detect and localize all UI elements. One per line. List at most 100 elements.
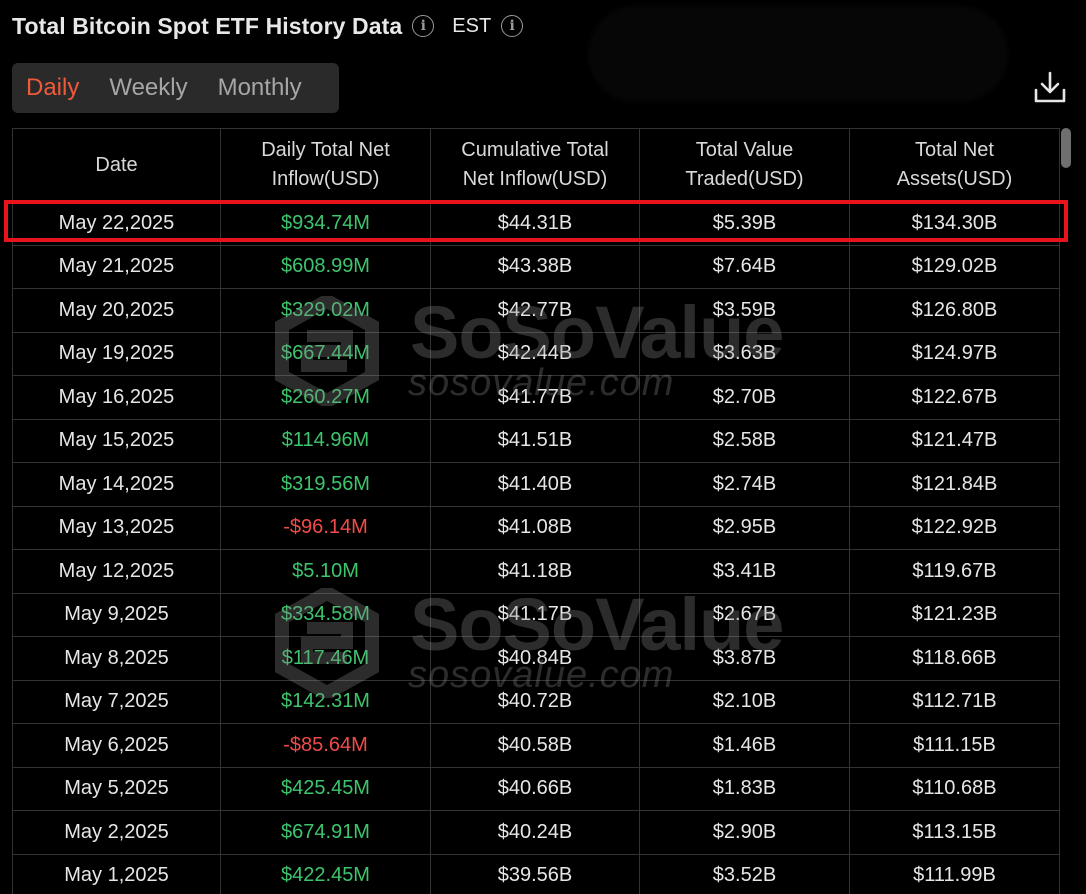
cell-value-traded: $2.95B — [639, 506, 850, 550]
cell-value-traded: $2.10B — [639, 680, 850, 724]
cell-net-assets: $126.80B — [849, 288, 1060, 333]
cell-cumulative-inflow: $41.17B — [430, 593, 640, 637]
cell-date: May 21,2025 — [12, 245, 221, 289]
download-button[interactable] — [1032, 70, 1068, 106]
cell-date: May 13,2025 — [12, 506, 221, 550]
table-row[interactable]: May 5,2025 $425.45M $40.66B $1.83B $110.68B — [12, 767, 1060, 811]
cell-daily-inflow: $5.10M — [220, 549, 431, 594]
timezone-info-icon[interactable]: i — [501, 15, 524, 37]
cell-net-assets: $134.30B — [849, 201, 1060, 246]
cell-daily-inflow: $608.99M — [220, 245, 431, 289]
table-row[interactable]: May 12,2025 $5.10M $41.18B $3.41B $119.67B — [12, 549, 1060, 594]
download-icon — [1034, 71, 1066, 103]
history-table: Date Daily Total Net Inflow(USD) Cumulat… — [12, 128, 1060, 894]
cell-date: May 15,2025 — [12, 419, 221, 463]
cell-value-traded: $5.39B — [639, 201, 850, 246]
cell-cumulative-inflow: $40.58B — [430, 723, 640, 768]
cell-daily-inflow: $934.74M — [220, 201, 431, 246]
table-row[interactable]: May 15,2025 $114.96M $41.51B $2.58B $121.47B — [12, 419, 1060, 463]
table-row[interactable]: May 6,2025 -$85.64M $40.58B $1.46B $111.15B — [12, 723, 1060, 768]
cell-date: May 12,2025 — [12, 549, 221, 594]
cell-date: May 2,2025 — [12, 810, 221, 855]
column-header-net-assets[interactable]: Total Net Assets(USD) — [849, 128, 1060, 202]
redacted-area — [588, 6, 1008, 102]
history-table-container: Date Daily Total Net Inflow(USD) Cumulat… — [12, 128, 1060, 894]
cell-cumulative-inflow: $40.24B — [430, 810, 640, 855]
cell-daily-inflow: $114.96M — [220, 419, 431, 463]
table-row[interactable]: May 22,2025 $934.74M $44.31B $5.39B $134.30B — [12, 201, 1060, 246]
cell-net-assets: $122.67B — [849, 375, 1060, 420]
table-row[interactable]: May 16,2025 $260.27M $41.77B $2.70B $122.67B — [12, 375, 1060, 420]
cell-value-traded: $2.58B — [639, 419, 850, 463]
header: Total Bitcoin Spot ETF History Data i ES… — [12, 8, 524, 44]
cell-daily-inflow: $667.44M — [220, 332, 431, 376]
tab-daily[interactable]: Daily — [26, 74, 79, 102]
table-row[interactable]: May 1,2025 $422.45M $39.56B $3.52B $111.99B — [12, 854, 1060, 894]
cell-daily-inflow: $117.46M — [220, 636, 431, 681]
cell-date: May 5,2025 — [12, 767, 221, 811]
column-header-date[interactable]: Date — [12, 128, 221, 202]
cell-net-assets: $113.15B — [849, 810, 1060, 855]
info-icon[interactable]: i — [412, 15, 435, 37]
table-row[interactable]: May 7,2025 $142.31M $40.72B $2.10B $112.71B — [12, 680, 1060, 724]
table-row[interactable]: May 19,2025 $667.44M $42.44B $3.63B $124.97B — [12, 332, 1060, 376]
cell-date: May 19,2025 — [12, 332, 221, 376]
cell-cumulative-inflow: $41.40B — [430, 462, 640, 507]
cell-daily-inflow: -$85.64M — [220, 723, 431, 768]
cell-net-assets: $110.68B — [849, 767, 1060, 811]
cell-date: May 7,2025 — [12, 680, 221, 724]
cell-net-assets: $111.99B — [849, 854, 1060, 894]
tab-weekly[interactable]: Weekly — [109, 74, 187, 102]
cell-net-assets: $129.02B — [849, 245, 1060, 289]
cell-value-traded: $2.70B — [639, 375, 850, 420]
cell-daily-inflow: -$96.14M — [220, 506, 431, 550]
cell-value-traded: $2.90B — [639, 810, 850, 855]
cell-daily-inflow: $674.91M — [220, 810, 431, 855]
cell-daily-inflow: $422.45M — [220, 854, 431, 894]
tab-monthly[interactable]: Monthly — [218, 74, 302, 102]
table-row[interactable]: May 21,2025 $608.99M $43.38B $7.64B $129.02B — [12, 245, 1060, 289]
cell-value-traded: $3.52B — [639, 854, 850, 894]
column-header-cumulative-inflow[interactable]: Cumulative Total Net Inflow(USD) — [430, 128, 640, 202]
cell-cumulative-inflow: $41.77B — [430, 375, 640, 420]
cell-date: May 9,2025 — [12, 593, 221, 637]
page-title: Total Bitcoin Spot ETF History Data — [12, 12, 403, 39]
cell-cumulative-inflow: $43.38B — [430, 245, 640, 289]
cell-cumulative-inflow: $41.18B — [430, 549, 640, 594]
cell-date: May 22,2025 — [12, 201, 221, 246]
cell-value-traded: $2.74B — [639, 462, 850, 507]
cell-net-assets: $122.92B — [849, 506, 1060, 550]
cell-value-traded: $3.59B — [639, 288, 850, 333]
cell-net-assets: $112.71B — [849, 680, 1060, 724]
column-header-daily-inflow[interactable]: Daily Total Net Inflow(USD) — [220, 128, 431, 202]
cell-net-assets: $121.47B — [849, 419, 1060, 463]
cell-date: May 16,2025 — [12, 375, 221, 420]
table-row[interactable]: May 9,2025 $334.58M $41.17B $2.67B $121.23B — [12, 593, 1060, 637]
cell-cumulative-inflow: $40.72B — [430, 680, 640, 724]
table-row[interactable]: May 14,2025 $319.56M $41.40B $2.74B $121.84B — [12, 462, 1060, 507]
cell-net-assets: $119.67B — [849, 549, 1060, 594]
cell-value-traded: $3.41B — [639, 549, 850, 594]
cell-value-traded: $3.63B — [639, 332, 850, 376]
table-row[interactable]: May 13,2025 -$96.14M $41.08B $2.95B $122.92B — [12, 506, 1060, 550]
cell-value-traded: $1.83B — [639, 767, 850, 811]
cell-daily-inflow: $142.31M — [220, 680, 431, 724]
cell-cumulative-inflow: $44.31B — [430, 201, 640, 246]
period-tabs: Daily Weekly Monthly — [12, 63, 339, 113]
cell-net-assets: $121.23B — [849, 593, 1060, 637]
cell-cumulative-inflow: $41.08B — [430, 506, 640, 550]
table-row[interactable]: May 2,2025 $674.91M $40.24B $2.90B $113.15B — [12, 810, 1060, 855]
cell-daily-inflow: $260.27M — [220, 375, 431, 420]
column-header-value-traded[interactable]: Total Value Traded(USD) — [639, 128, 850, 202]
cell-daily-inflow: $319.56M — [220, 462, 431, 507]
cell-net-assets: $124.97B — [849, 332, 1060, 376]
cell-value-traded: $1.46B — [639, 723, 850, 768]
table-scrollbar[interactable] — [1059, 128, 1073, 894]
cell-net-assets: $121.84B — [849, 462, 1060, 507]
cell-value-traded: $2.67B — [639, 593, 850, 637]
table-row[interactable]: May 20,2025 $329.02M $42.77B $3.59B $126.80B — [12, 288, 1060, 333]
table-row[interactable]: May 8,2025 $117.46M $40.84B $3.87B $118.66B — [12, 636, 1060, 681]
cell-cumulative-inflow: $41.51B — [430, 419, 640, 463]
cell-date: May 20,2025 — [12, 288, 221, 333]
scrollbar-thumb[interactable] — [1061, 128, 1071, 168]
